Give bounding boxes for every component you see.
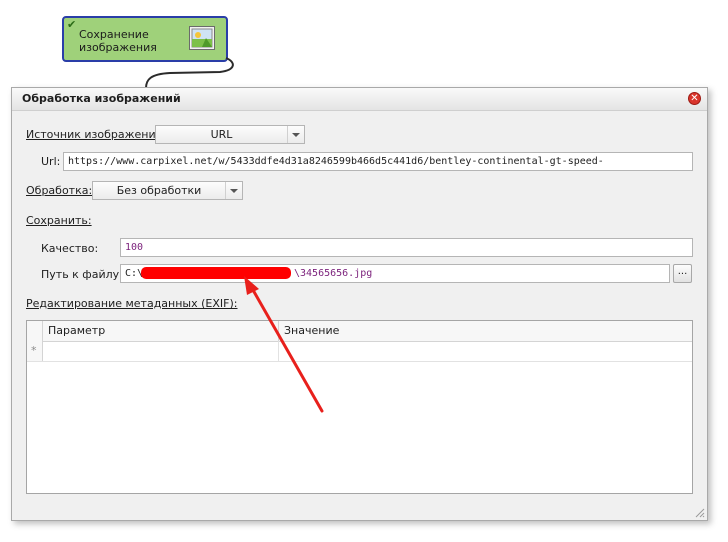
url-label: Url: bbox=[41, 155, 61, 168]
redaction-mark bbox=[141, 267, 291, 279]
filepath-label: Путь к файлу: bbox=[41, 268, 123, 281]
source-select[interactable]: URL bbox=[155, 125, 305, 144]
save-section-label: Сохранить: bbox=[26, 214, 92, 227]
grid-header: Параметр Значение bbox=[27, 321, 692, 342]
new-row-marker: * bbox=[27, 341, 43, 361]
filepath-suffix: \34565656.jpg bbox=[294, 268, 373, 279]
table-row[interactable]: * bbox=[27, 341, 692, 362]
metadata-label: Редактирование метаданных (EXIF): bbox=[26, 297, 238, 310]
cell-value[interactable] bbox=[279, 341, 579, 361]
chevron-down-icon[interactable] bbox=[287, 126, 304, 143]
dialog-title: Обработка изображений bbox=[22, 92, 181, 105]
url-input[interactable]: https://www.carpixel.net/w/5433ddfe4d31a… bbox=[63, 152, 693, 171]
metadata-grid[interactable]: Параметр Значение * bbox=[26, 320, 693, 494]
close-icon[interactable]: ✕ bbox=[688, 92, 701, 105]
processing-select[interactable]: Без обработки bbox=[92, 181, 243, 200]
dialog-titlebar[interactable]: Обработка изображений ✕ bbox=[12, 88, 707, 111]
image-processing-dialog: Обработка изображений ✕ Источник изображ… bbox=[11, 87, 708, 521]
row-indicator-header bbox=[27, 321, 43, 341]
column-header-parameter[interactable]: Параметр bbox=[43, 321, 279, 341]
filepath-input[interactable]: C:\ \34565656.jpg bbox=[120, 264, 670, 283]
column-header-value[interactable]: Значение bbox=[279, 321, 579, 341]
processing-select-value: Без обработки bbox=[116, 184, 202, 197]
quality-label: Качество: bbox=[41, 242, 99, 255]
source-label: Источник изображения: bbox=[26, 128, 166, 141]
cell-parameter[interactable] bbox=[43, 341, 279, 361]
source-select-value: URL bbox=[210, 128, 233, 141]
quality-input[interactable]: 100 bbox=[120, 238, 693, 257]
browse-button[interactable]: ... bbox=[673, 264, 692, 283]
chevron-down-icon[interactable] bbox=[225, 182, 242, 199]
resize-grip-icon[interactable] bbox=[693, 506, 705, 518]
processing-label: Обработка: bbox=[26, 184, 93, 197]
